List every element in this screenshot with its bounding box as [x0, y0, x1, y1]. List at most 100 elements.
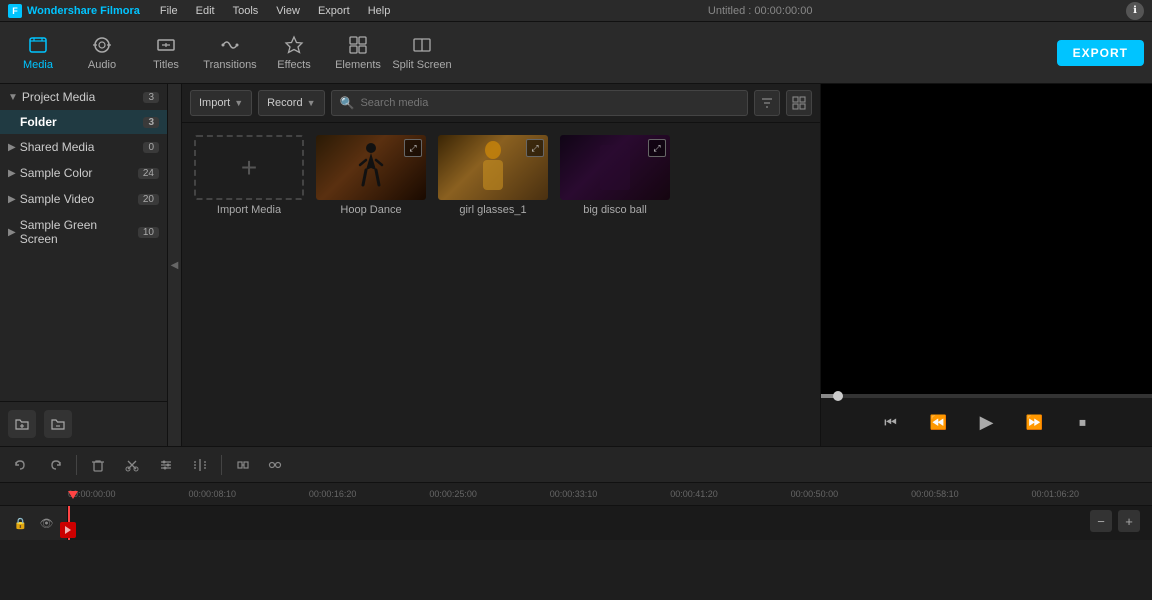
transitions-icon	[219, 34, 241, 56]
elements-icon	[347, 34, 369, 56]
toolbar-audio[interactable]: Audio	[72, 25, 132, 81]
arrow-icon-shared: ▶	[8, 142, 16, 153]
redo-button[interactable]	[42, 452, 68, 478]
info-icon[interactable]: ℹ	[1126, 2, 1144, 20]
sidebar-section-sample-color[interactable]: ▶ Sample Color 24	[0, 160, 167, 186]
media-toolbar: Import ▼ Record ▼ 🔍	[182, 84, 820, 123]
export-button[interactable]: EXPORT	[1057, 40, 1144, 66]
bottom-toolbar	[0, 446, 1152, 482]
grid-button[interactable]	[786, 90, 812, 116]
link-button[interactable]	[262, 452, 288, 478]
adjust-button[interactable]	[153, 452, 179, 478]
app-name: Wondershare Filmora	[27, 5, 140, 17]
menu-export[interactable]: Export	[314, 3, 354, 19]
cut-button[interactable]	[119, 452, 145, 478]
skip-back-button[interactable]: ⏮	[877, 408, 905, 436]
media-label: Media	[23, 59, 53, 71]
project-media-label: Project Media	[22, 90, 95, 104]
toolbar-split-screen[interactable]: Split Screen	[392, 25, 452, 81]
menu-items: File Edit Tools View Export Help	[156, 3, 394, 19]
import-media-thumb[interactable]: +	[194, 135, 304, 200]
search-bar: 🔍	[331, 90, 749, 116]
menu-file[interactable]: File	[156, 3, 182, 19]
timeline-track[interactable]: 🔒 👁 − +	[0, 506, 1152, 540]
app-logo-icon: F	[8, 4, 22, 18]
sidebar-section-sample-video[interactable]: ▶ Sample Video 20	[0, 186, 167, 212]
hoop-dance-thumb: ⤢	[316, 135, 426, 200]
toolbar-titles[interactable]: Titles	[136, 25, 196, 81]
playhead-handle-icon	[62, 524, 74, 536]
sidebar-footer	[0, 401, 167, 446]
arrow-icon-color: ▶	[8, 168, 16, 179]
snap-button[interactable]	[230, 452, 256, 478]
play-button[interactable]: ▶	[973, 408, 1001, 436]
menu-edit[interactable]: Edit	[192, 3, 219, 19]
sample-green-count: 10	[138, 227, 159, 238]
time-mark-8: 00:01:06:20	[1032, 489, 1152, 499]
toolbar-transitions[interactable]: Transitions	[200, 25, 260, 81]
record-arrow-icon: ▼	[307, 98, 316, 108]
main-toolbar: Media Audio Titles Transitions Effects	[0, 22, 1152, 84]
filter-button[interactable]	[754, 90, 780, 116]
expand-icon: ⤢	[648, 139, 666, 157]
import-media-label: Import Media	[217, 204, 281, 216]
list-item[interactable]: ⤢ girl glasses_1	[438, 135, 548, 216]
search-input[interactable]	[360, 97, 739, 109]
toolbar-effects[interactable]: Effects	[264, 25, 324, 81]
sidebar-section-shared-media[interactable]: ▶ Shared Media 0	[0, 134, 167, 160]
import-arrow-icon: ▼	[234, 98, 243, 108]
list-item[interactable]: ⤢ big disco ball	[560, 135, 670, 216]
girl-glasses-label: girl glasses_1	[459, 204, 526, 216]
add-folder-button[interactable]	[8, 410, 36, 438]
time-mark-4: 00:00:33:10	[550, 489, 670, 499]
undo-icon	[13, 457, 29, 473]
time-mark-2: 00:00:16:20	[309, 489, 429, 499]
menubar: F Wondershare Filmora File Edit Tools Vi…	[0, 0, 1152, 22]
remove-folder-button[interactable]	[44, 410, 72, 438]
shared-media-label: Shared Media	[20, 140, 95, 154]
zoom-in-button[interactable]: +	[1118, 510, 1140, 532]
record-label: Record	[267, 97, 302, 109]
app-logo: F Wondershare Filmora	[8, 4, 140, 18]
media-panel: Import ▼ Record ▼ 🔍	[182, 84, 820, 446]
record-dropdown[interactable]: Record ▼	[258, 90, 324, 116]
menu-help[interactable]: Help	[364, 3, 395, 19]
time-mark-1: 00:00:08:10	[188, 489, 308, 499]
menu-view[interactable]: View	[272, 3, 304, 19]
audio-label: Audio	[88, 59, 116, 71]
sidebar-section-project-media[interactable]: ▼ Project Media 3	[0, 84, 167, 110]
eye-button[interactable]: 👁	[37, 513, 57, 533]
lock-button[interactable]: 🔒	[11, 513, 31, 533]
stop-button[interactable]: ⏹	[1069, 408, 1097, 436]
window-title: Untitled : 00:00:00:00	[410, 5, 1110, 17]
step-forward-button[interactable]: ⏩	[1021, 408, 1049, 436]
filter-icon	[760, 96, 774, 110]
collapse-sidebar-tab[interactable]: ◀	[168, 84, 182, 446]
toolbar-media[interactable]: Media	[8, 25, 68, 81]
sidebar: ▼ Project Media 3 Folder 3 ▶ Shared Medi…	[0, 84, 168, 446]
toolbar-elements[interactable]: Elements	[328, 25, 388, 81]
preview-controls: ⏮ ⏪ ▶ ⏩ ⏹	[821, 398, 1152, 446]
preview-panel: ⏮ ⏪ ▶ ⏩ ⏹	[820, 84, 1152, 446]
playhead-handle[interactable]	[60, 522, 76, 538]
zoom-control: − +	[1090, 510, 1140, 532]
redo-icon	[47, 457, 63, 473]
sidebar-section-green-screen[interactable]: ▶ Sample Green Screen 10	[0, 212, 167, 252]
list-item[interactable]: + Import Media	[194, 135, 304, 216]
delete-icon	[90, 457, 106, 473]
import-dropdown[interactable]: Import ▼	[190, 90, 252, 116]
list-item[interactable]: ⤢ Hoop Dance	[316, 135, 426, 216]
undo-button[interactable]	[8, 452, 34, 478]
menu-tools[interactable]: Tools	[229, 3, 263, 19]
sidebar-item-folder[interactable]: Folder 3	[0, 110, 167, 134]
main-area: ▼ Project Media 3 Folder 3 ▶ Shared Medi…	[0, 84, 1152, 446]
folder-count: 3	[143, 117, 159, 128]
step-back-button[interactable]: ⏪	[925, 408, 953, 436]
zoom-out-button[interactable]: −	[1090, 510, 1112, 532]
arrow-icon-green: ▶	[8, 227, 16, 238]
preview-progress-bar[interactable]	[821, 394, 1152, 398]
delete-button[interactable]	[85, 452, 111, 478]
sample-video-label: Sample Video	[20, 192, 95, 206]
shared-media-count: 0	[143, 142, 159, 153]
split-button[interactable]	[187, 452, 213, 478]
